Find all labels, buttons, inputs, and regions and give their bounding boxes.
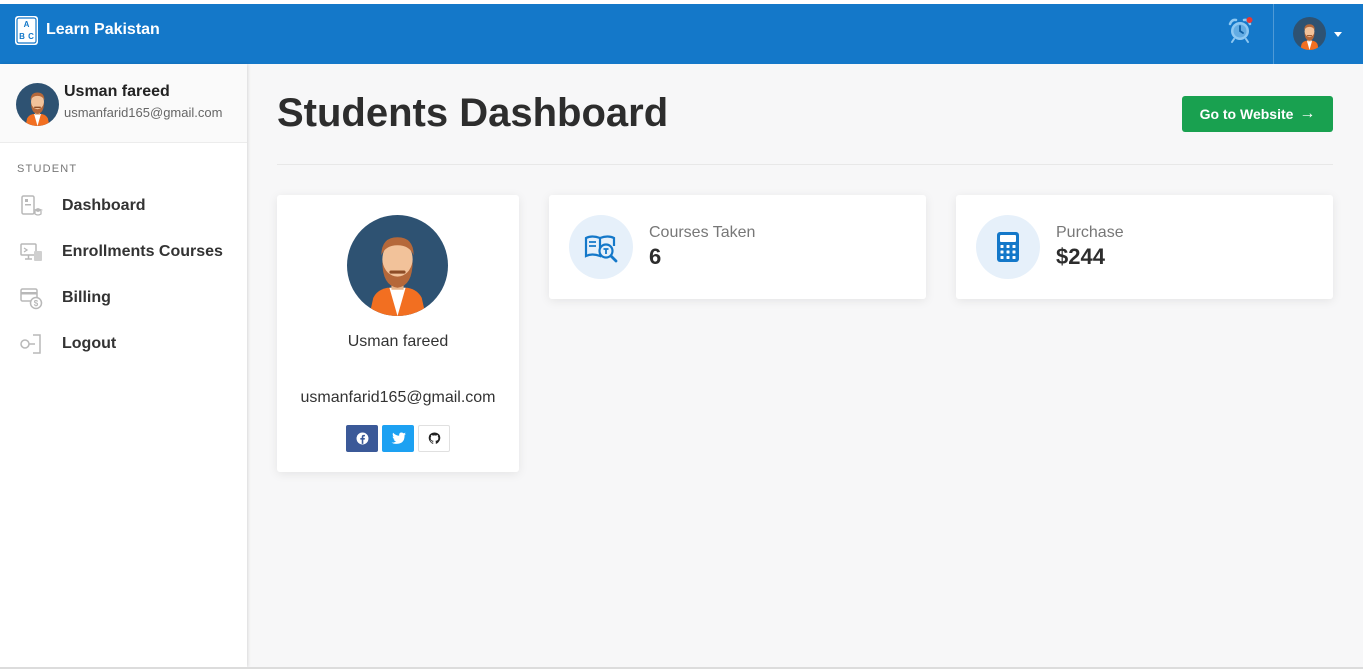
avatar [347, 215, 448, 316]
profile-card: Usman fareed usmanfarid165@gmail.com [277, 195, 519, 472]
twitter-icon [391, 432, 406, 444]
stat-icon-wrapper [976, 215, 1040, 279]
profile-card-email: usmanfarid165@gmail.com [300, 389, 496, 406]
billing-icon: $ [20, 288, 43, 310]
svg-text:C: C [28, 32, 34, 41]
github-icon [428, 432, 440, 444]
profile-card-name: Usman fareed [347, 333, 449, 350]
stat-icon-wrapper [569, 215, 633, 279]
chevron-down-icon[interactable] [1334, 32, 1342, 37]
social-links [346, 425, 450, 452]
stat-label: Courses Taken [649, 224, 756, 241]
logout-icon [20, 334, 41, 354]
sidebar-item-label: Logout [62, 335, 117, 352]
calculator-icon [997, 232, 1019, 262]
page-title: Students Dashboard [277, 91, 669, 135]
enrollments-icon [20, 243, 42, 261]
sidebar-user-email: usmanfarid165@gmail.com [64, 105, 223, 120]
divider [277, 164, 1333, 165]
sidebar-item-label: Dashboard [62, 197, 146, 214]
sidebar-item-dashboard[interactable]: Dashboard [0, 183, 247, 229]
sidebar-nav: Dashboard Enrollments Courses $ Billing [0, 183, 247, 367]
user-avatar-menu[interactable] [1293, 17, 1326, 50]
sidebar-item-logout[interactable]: Logout [0, 321, 247, 367]
sidebar-user-name: Usman fareed [64, 83, 170, 100]
header-divider [1273, 4, 1274, 64]
twitter-button[interactable] [382, 425, 414, 452]
sidebar-profile: Usman fareed usmanfarid165@gmail.com [0, 64, 247, 143]
sidebar-item-billing[interactable]: $ Billing [0, 275, 247, 321]
svg-text:B: B [19, 32, 25, 41]
stat-value: $244 [1056, 244, 1105, 269]
go-to-website-button[interactable]: Go to Website → [1182, 96, 1333, 132]
alarm-clock-icon[interactable] [1226, 16, 1254, 44]
sidebar: Usman fareed usmanfarid165@gmail.com STU… [0, 64, 247, 667]
course-book-icon [584, 235, 618, 263]
brand-name: Learn Pakistan [46, 21, 160, 38]
purchase-card: Purchase $244 [956, 195, 1333, 299]
facebook-icon [356, 432, 368, 445]
stat-value: 6 [649, 244, 662, 269]
top-navbar: A B C Learn Pakistan [0, 4, 1363, 64]
avatar [16, 83, 59, 126]
svg-text:$: $ [34, 299, 39, 308]
github-button[interactable] [418, 425, 450, 452]
go-to-website-label: Go to Website [1199, 106, 1294, 122]
brand-link[interactable]: A B C Learn Pakistan [14, 14, 160, 46]
section-label: STUDENT [17, 163, 78, 175]
svg-text:A: A [24, 20, 30, 29]
sidebar-item-label: Billing [62, 289, 111, 306]
stat-label: Purchase [1056, 224, 1124, 241]
dashboard-icon [21, 195, 43, 216]
notification-dot [1246, 17, 1253, 23]
courses-taken-card: Courses Taken 6 [549, 195, 926, 299]
sidebar-item-label: Enrollments Courses [62, 243, 223, 260]
arrow-right-icon: → [1299, 105, 1316, 122]
sidebar-item-enrollments[interactable]: Enrollments Courses [0, 229, 247, 275]
abc-logo-icon: A B C [15, 15, 38, 45]
facebook-button[interactable] [346, 425, 378, 452]
